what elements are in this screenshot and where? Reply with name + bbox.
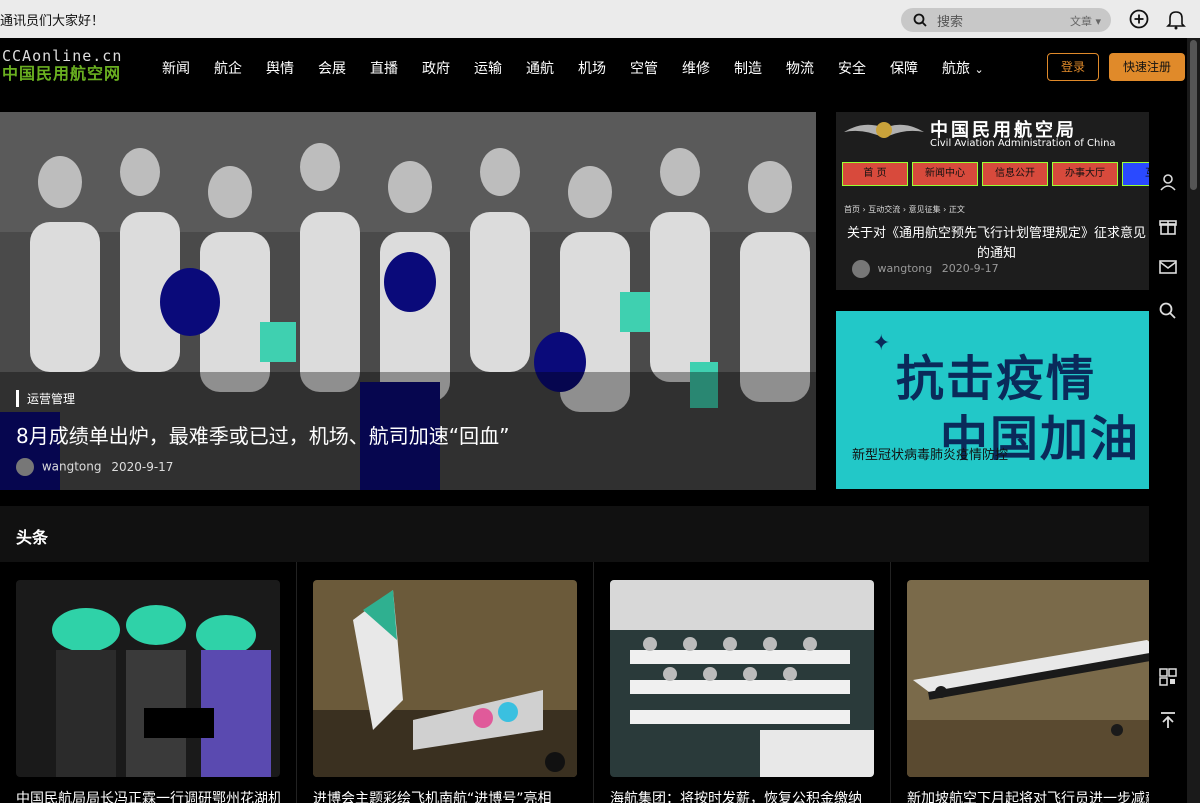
search-scope-label: 文章 [1069, 15, 1092, 28]
side-card-title[interactable]: 关于对《通用航空预先飞行计划管理规定》征求意见的通知 [844, 224, 1149, 264]
hero-date: 2020-9-17 [111, 459, 174, 474]
caac-tab-news[interactable]: 新闻中心 [912, 162, 978, 186]
user-icon[interactable] [1158, 172, 1178, 192]
nav-item-exhibitions[interactable]: 会展 [318, 58, 346, 78]
search-scope-select[interactable]: 文章 ▾ [1070, 13, 1101, 29]
caac-tab-services[interactable]: 办事大厅 [1052, 162, 1118, 186]
article-thumbnail [16, 580, 280, 777]
breadcrumb: 首页 › 互动交流 › 意见征集 › 正文 [844, 205, 965, 214]
nav-item-manufacturing[interactable]: 制造 [734, 58, 762, 78]
nav-item-maintenance[interactable]: 维修 [682, 58, 710, 78]
nav-item-travel-label: 航旅 [942, 61, 970, 77]
nav-item-transport[interactable]: 运输 [474, 58, 502, 78]
add-circle-icon[interactable] [1128, 8, 1150, 30]
caac-subtitle: Civil Aviation Administration of China [930, 138, 1116, 149]
article-thumbnail [610, 580, 874, 777]
nav-item-logistics[interactable]: 物流 [786, 58, 814, 78]
hero-article[interactable]: 运营管理 8月成绩单出炉，最难季或已过，机场、航司加速“回血” wangtong… [0, 112, 816, 490]
search-box[interactable]: 搜索 文章 ▾ [901, 8, 1111, 32]
search-icon[interactable] [913, 13, 927, 27]
side-card-caption[interactable]: 新型冠状病毒肺炎疫情防控 [852, 444, 1008, 463]
article-title[interactable]: 进博会主题彩绘飞机南航“进博号”亮相 [313, 788, 577, 803]
list-item[interactable]: 海航集团：将按时发薪，恢复公积金缴纳 [594, 562, 891, 803]
section-header: 头条 [0, 506, 1149, 562]
hero-title[interactable]: 8月成绩单出炉，最难季或已过，机场、航司加速“回血” [16, 420, 509, 449]
article-thumbnail [313, 580, 577, 777]
sparkle-icon: ✦ [872, 331, 891, 356]
avatar [16, 458, 34, 476]
side-card-notice[interactable]: 中国民用航空局 Civil Aviation Administration of… [836, 112, 1149, 290]
side-card-epidemic[interactable]: ✦ 抗击疫情 中国加油 新型冠状病毒肺炎疫情防控 [836, 311, 1149, 489]
headline-grid: 中国民航局局长冯正霖一行调研鄂州花湖机场建设 进博会主题彩绘飞机南航“进博号”亮… [0, 562, 1149, 803]
caac-tab-home[interactable]: 首 页 [842, 162, 908, 186]
nav-item-airlines[interactable]: 航企 [214, 58, 242, 78]
hero-meta: wangtong 2020-9-17 [16, 458, 173, 476]
register-button[interactable]: 快速注册 [1109, 53, 1185, 81]
article-title[interactable]: 海航集团：将按时发薪，恢复公积金缴纳 [610, 788, 874, 803]
scrollbar-thumb[interactable] [1190, 40, 1197, 190]
qrcode-icon[interactable] [1158, 667, 1178, 687]
section-title: 头条 [16, 528, 49, 547]
nav-item-travel[interactable]: 航旅 ⌄ [942, 58, 984, 78]
list-item[interactable]: 新加坡航空下月起将对飞行员进一步减薪 [891, 562, 1149, 803]
page-scrollbar[interactable] [1187, 38, 1200, 803]
list-item[interactable]: 进博会主题彩绘飞机南航“进博号”亮相 [297, 562, 594, 803]
caac-tab-interact[interactable]: 互动 [1122, 162, 1149, 186]
nav-item-support[interactable]: 保障 [890, 58, 918, 78]
article-title[interactable]: 新加坡航空下月起将对飞行员进一步减薪 [907, 788, 1149, 803]
search-input[interactable]: 搜索 [937, 11, 963, 30]
search-icon[interactable] [1158, 301, 1178, 321]
logo-text-cn: 中国民用航空网 [2, 64, 122, 83]
mail-icon[interactable] [1158, 257, 1178, 277]
greeting-text: 通讯员们大家好！ [0, 14, 105, 29]
site-logo[interactable]: CCAonline.cn 中国民用航空网 [2, 48, 132, 88]
hero-category-tag[interactable]: 运营管理 [16, 390, 75, 407]
gift-icon[interactable] [1158, 216, 1178, 236]
side-card-meta: wangtong 2020-9-17 [852, 260, 999, 278]
back-to-top-icon[interactable] [1158, 710, 1178, 730]
main-nav: CCAonline.cn 中国民用航空网 新闻 航企 舆情 会展 直播 政府 运… [0, 38, 1200, 96]
list-item[interactable]: 中国民航局局长冯正霖一行调研鄂州花湖机场建设 [0, 562, 297, 803]
nav-item-safety[interactable]: 安全 [838, 58, 866, 78]
nav-item-general-aviation[interactable]: 通航 [526, 58, 554, 78]
floating-sidebar [1149, 96, 1187, 803]
caac-header: 中国民用航空局 Civil Aviation Administration of… [844, 114, 1144, 154]
nav-item-airports[interactable]: 机场 [578, 58, 606, 78]
avatar [852, 260, 870, 278]
article-title[interactable]: 中国民航局局长冯正霖一行调研鄂州花湖机场建设 [16, 788, 280, 803]
top-bar: 通讯员们大家好！ 搜索 文章 ▾ [0, 0, 1200, 38]
chevron-down-icon: ▾ [1095, 15, 1101, 28]
side-card-date: 2020-9-17 [941, 262, 999, 275]
caac-tab-info[interactable]: 信息公开 [982, 162, 1048, 186]
nav-item-atc[interactable]: 空管 [630, 58, 658, 78]
bell-icon[interactable] [1165, 8, 1187, 30]
article-thumbnail [907, 580, 1149, 777]
chevron-down-icon: ⌄ [974, 63, 984, 76]
nav-item-live[interactable]: 直播 [370, 58, 398, 78]
login-button[interactable]: 登录 [1047, 53, 1099, 81]
nav-item-news[interactable]: 新闻 [162, 58, 190, 78]
logo-text-en: CCAonline.cn [2, 47, 123, 65]
hero-author[interactable]: wangtong [42, 460, 102, 474]
caac-emblem-icon [844, 122, 924, 138]
side-card-author[interactable]: wangtong [878, 262, 933, 275]
nav-item-government[interactable]: 政府 [422, 58, 450, 78]
nav-item-opinion[interactable]: 舆情 [266, 58, 294, 78]
